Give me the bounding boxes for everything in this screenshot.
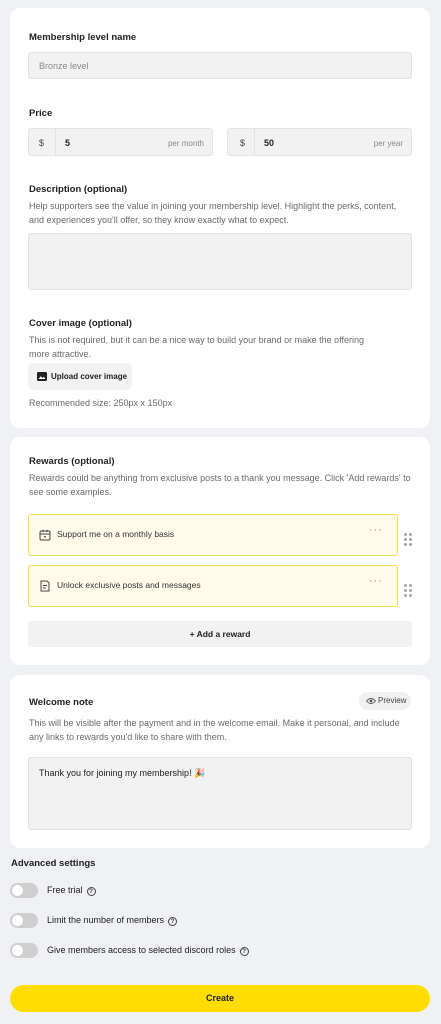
advanced-settings-label: Advanced settings [11, 858, 96, 869]
price-monthly-unit: per month [167, 139, 204, 148]
more-options-icon[interactable]: ··· [369, 575, 383, 587]
create-label: Create [205, 993, 234, 1003]
membership-name-input[interactable]: Bronze level [28, 52, 412, 79]
toggle-knob [12, 945, 23, 956]
limit-members-text: Limit the number of members [47, 915, 165, 925]
price-yearly-value: 50 [264, 138, 275, 148]
description-textarea[interactable] [28, 233, 412, 290]
welcome-note-label: Welcome note [29, 697, 94, 708]
drag-handle-icon[interactable] [404, 533, 414, 547]
description-label: Description (optional) [29, 184, 128, 195]
level-details-card: Membership level name Bronze level Price… [10, 8, 430, 428]
eye-icon [366, 698, 376, 704]
image-icon [37, 372, 47, 381]
help-icon[interactable]: ? [168, 917, 178, 926]
preview-label: Preview [378, 696, 407, 705]
toggle-knob [12, 915, 23, 926]
free-trial-label: Free trial? [47, 885, 96, 896]
price-yearly-unit: per year [373, 139, 403, 148]
document-icon [40, 580, 50, 592]
free-trial-toggle[interactable] [10, 883, 38, 898]
drag-handle-icon[interactable] [404, 584, 414, 598]
add-reward-button[interactable]: + Add a reward [28, 621, 412, 647]
toggle-knob [12, 885, 23, 896]
currency-symbol: $ [240, 138, 246, 148]
cover-image-help: This is not required, but it can be a ni… [29, 335, 365, 359]
discord-roles-text: Give members access to selected discord … [47, 945, 236, 955]
discord-roles-label: Give members access to selected discord … [47, 945, 249, 956]
add-reward-label: + Add a reward [189, 629, 251, 639]
price-monthly-input[interactable]: $ 5 per month [28, 128, 213, 156]
cover-image-label: Cover image (optional) [29, 318, 132, 329]
welcome-message-text: Thank you for joining my membership! 🎉 [39, 768, 206, 778]
reward-label: Unlock exclusive posts and messages [57, 580, 201, 590]
reward-label: Support me on a monthly basis [57, 529, 175, 539]
upload-cover-image-button[interactable]: Upload cover image [28, 363, 132, 390]
reward-item[interactable]: Support me on a monthly basis ··· [28, 514, 398, 556]
calendar-icon [39, 529, 51, 541]
currency-divider [254, 129, 255, 155]
price-yearly-input[interactable]: $ 50 per year [227, 128, 412, 156]
recommended-size: Recommended size: 250px x 150px [29, 398, 173, 408]
price-label: Price [29, 108, 53, 119]
help-icon[interactable]: ? [239, 947, 249, 956]
create-button[interactable]: Create [10, 985, 430, 1012]
rewards-label: Rewards (optional) [29, 456, 115, 467]
currency-divider [55, 129, 56, 155]
discord-roles-toggle[interactable] [10, 943, 38, 958]
welcome-note-card: Welcome note Preview This will be visibl… [10, 675, 430, 848]
rewards-card: Rewards (optional) Rewards could be anyt… [10, 437, 430, 665]
membership-name-label: Membership level name [29, 32, 137, 43]
upload-cover-label: Upload cover image [51, 372, 128, 381]
welcome-note-help: This will be visible after the payment a… [29, 718, 400, 742]
reward-item[interactable]: Unlock exclusive posts and messages ··· [28, 565, 398, 607]
welcome-message-textarea[interactable]: Thank you for joining my membership! 🎉 [28, 757, 412, 830]
more-options-icon[interactable]: ··· [369, 524, 383, 536]
preview-button[interactable]: Preview [359, 692, 411, 710]
limit-members-toggle[interactable] [10, 913, 38, 928]
free-trial-text: Free trial [47, 885, 83, 895]
currency-symbol: $ [39, 138, 45, 148]
help-icon[interactable]: ? [86, 887, 96, 896]
price-monthly-value: 5 [65, 138, 71, 148]
membership-name-placeholder: Bronze level [39, 61, 89, 71]
limit-members-label: Limit the number of members? [47, 915, 178, 926]
rewards-help: Rewards could be anything from exclusive… [29, 473, 411, 497]
description-help: Help supporters see the value in joining… [29, 201, 397, 225]
